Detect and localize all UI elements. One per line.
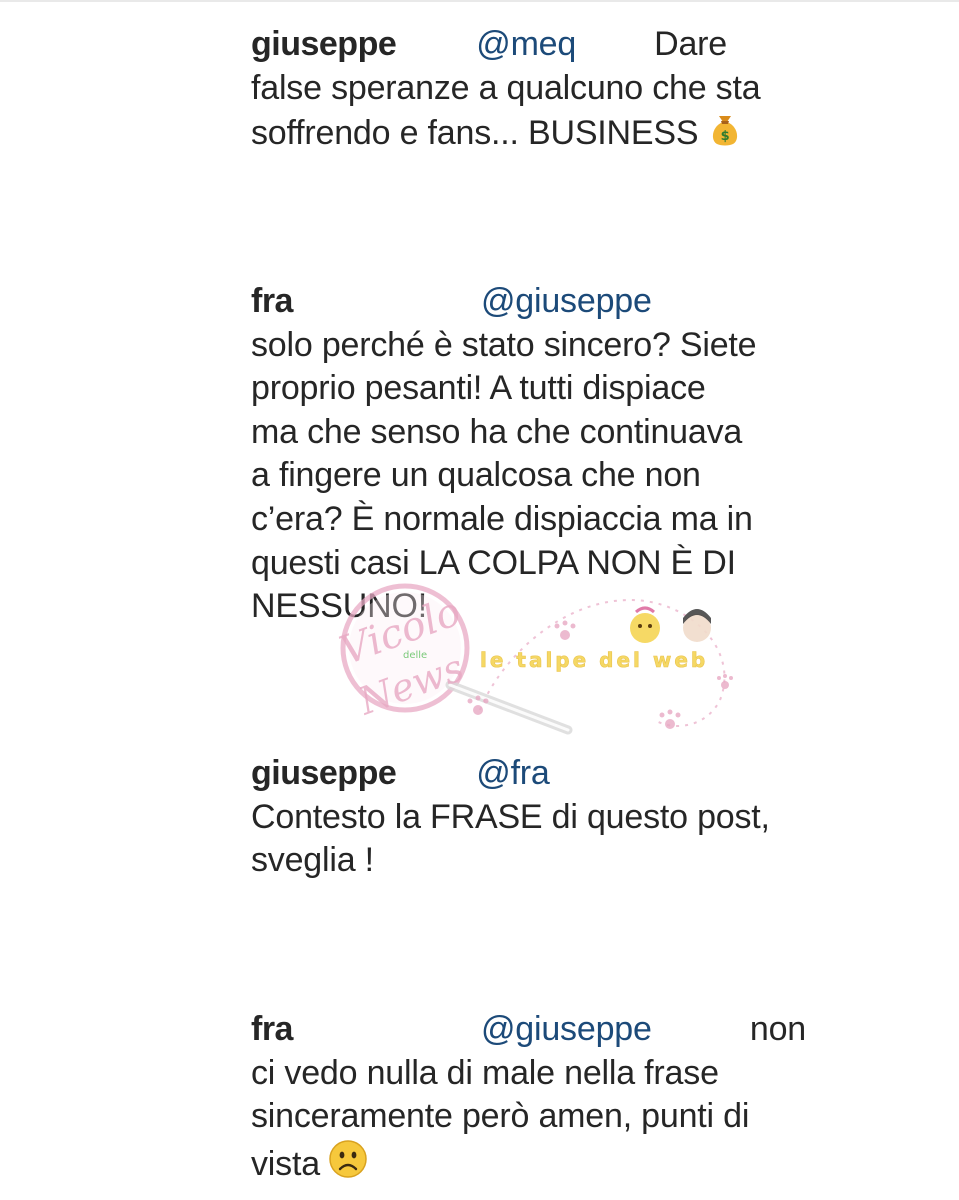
- comment-line: c’era? È normale dispiaccia ma in: [251, 499, 753, 538]
- comment-line: ci vedo nulla di male nella frase: [251, 1053, 719, 1092]
- comment-mention[interactable]: @fra: [476, 752, 550, 796]
- comment-line: false speranze a qualcuno che sta: [251, 68, 761, 107]
- comment-lead-word: Dare: [654, 25, 727, 63]
- frowning-face-icon: [328, 1139, 368, 1191]
- comment-mention[interactable]: @giuseppe: [481, 1008, 652, 1052]
- comment-username[interactable]: giuseppe: [251, 752, 397, 796]
- comment-lead-word: non: [749, 1010, 806, 1048]
- top-divider: [0, 0, 959, 2]
- comment-username[interactable]: fra: [251, 1008, 293, 1052]
- comment-body: Contesto la FRASE di questo post, svegli…: [251, 796, 816, 883]
- watermark-right-text: le talpe del web: [480, 648, 708, 672]
- comment-item: fra @giuseppe non ci vedo nulla di male …: [251, 1008, 816, 1190]
- comment-line: a fingere un qualcosa che non: [251, 456, 701, 495]
- comment-line: proprio pesanti! A tutti dispiace: [251, 369, 706, 408]
- comment-line: sveglia !: [251, 841, 374, 880]
- comment-body: ci vedo nulla di male nella frase sincer…: [251, 1052, 816, 1191]
- comment-header: fra @giuseppe non: [251, 1008, 816, 1052]
- comment-body: false speranze a qualcuno che sta soffre…: [251, 67, 816, 160]
- comment-line-text: soffrendo e fans... BUSINESS: [251, 114, 699, 153]
- comment-header: giuseppe @meq Dare: [251, 23, 816, 67]
- comment-line: questi casi LA COLPA NON È DI: [251, 543, 736, 582]
- comment-mention[interactable]: @giuseppe: [481, 280, 652, 324]
- comment-item: fra @giuseppe solo perché è stato sincer…: [251, 280, 816, 629]
- comment-item: giuseppe @meq Dare false speranze a qual…: [251, 23, 816, 160]
- comment-line: NESSUNO!: [251, 587, 427, 626]
- comment-header: giuseppe @fra: [251, 752, 816, 796]
- svg-text:$: $: [721, 129, 730, 144]
- comment-line-last: soffrendo e fans... BUSINESS $: [251, 110, 816, 160]
- watermark-script-bottom: News: [352, 645, 469, 724]
- comment-header: fra @giuseppe: [251, 280, 816, 324]
- comment-username[interactable]: giuseppe: [251, 23, 397, 67]
- comment-line: Contesto la FRASE di questo post,: [251, 797, 770, 836]
- comment-item: giuseppe @fra Contesto la FRASE di quest…: [251, 752, 816, 883]
- comment-line: sinceramente però amen, punti di: [251, 1097, 750, 1136]
- comment-line-last: vista: [251, 1139, 816, 1191]
- money-bag-icon: $: [706, 110, 744, 160]
- comment-line: ma che senso ha che continuava: [251, 412, 743, 451]
- comment-body: solo perché è stato sincero? Siete propr…: [251, 324, 816, 629]
- comment-line: solo perché è stato sincero? Siete: [251, 325, 757, 364]
- comment-mention[interactable]: @meq: [476, 23, 576, 67]
- comment-line-text: vista: [251, 1144, 320, 1183]
- comment-username[interactable]: fra: [251, 280, 293, 324]
- watermark-small: delle: [403, 650, 427, 661]
